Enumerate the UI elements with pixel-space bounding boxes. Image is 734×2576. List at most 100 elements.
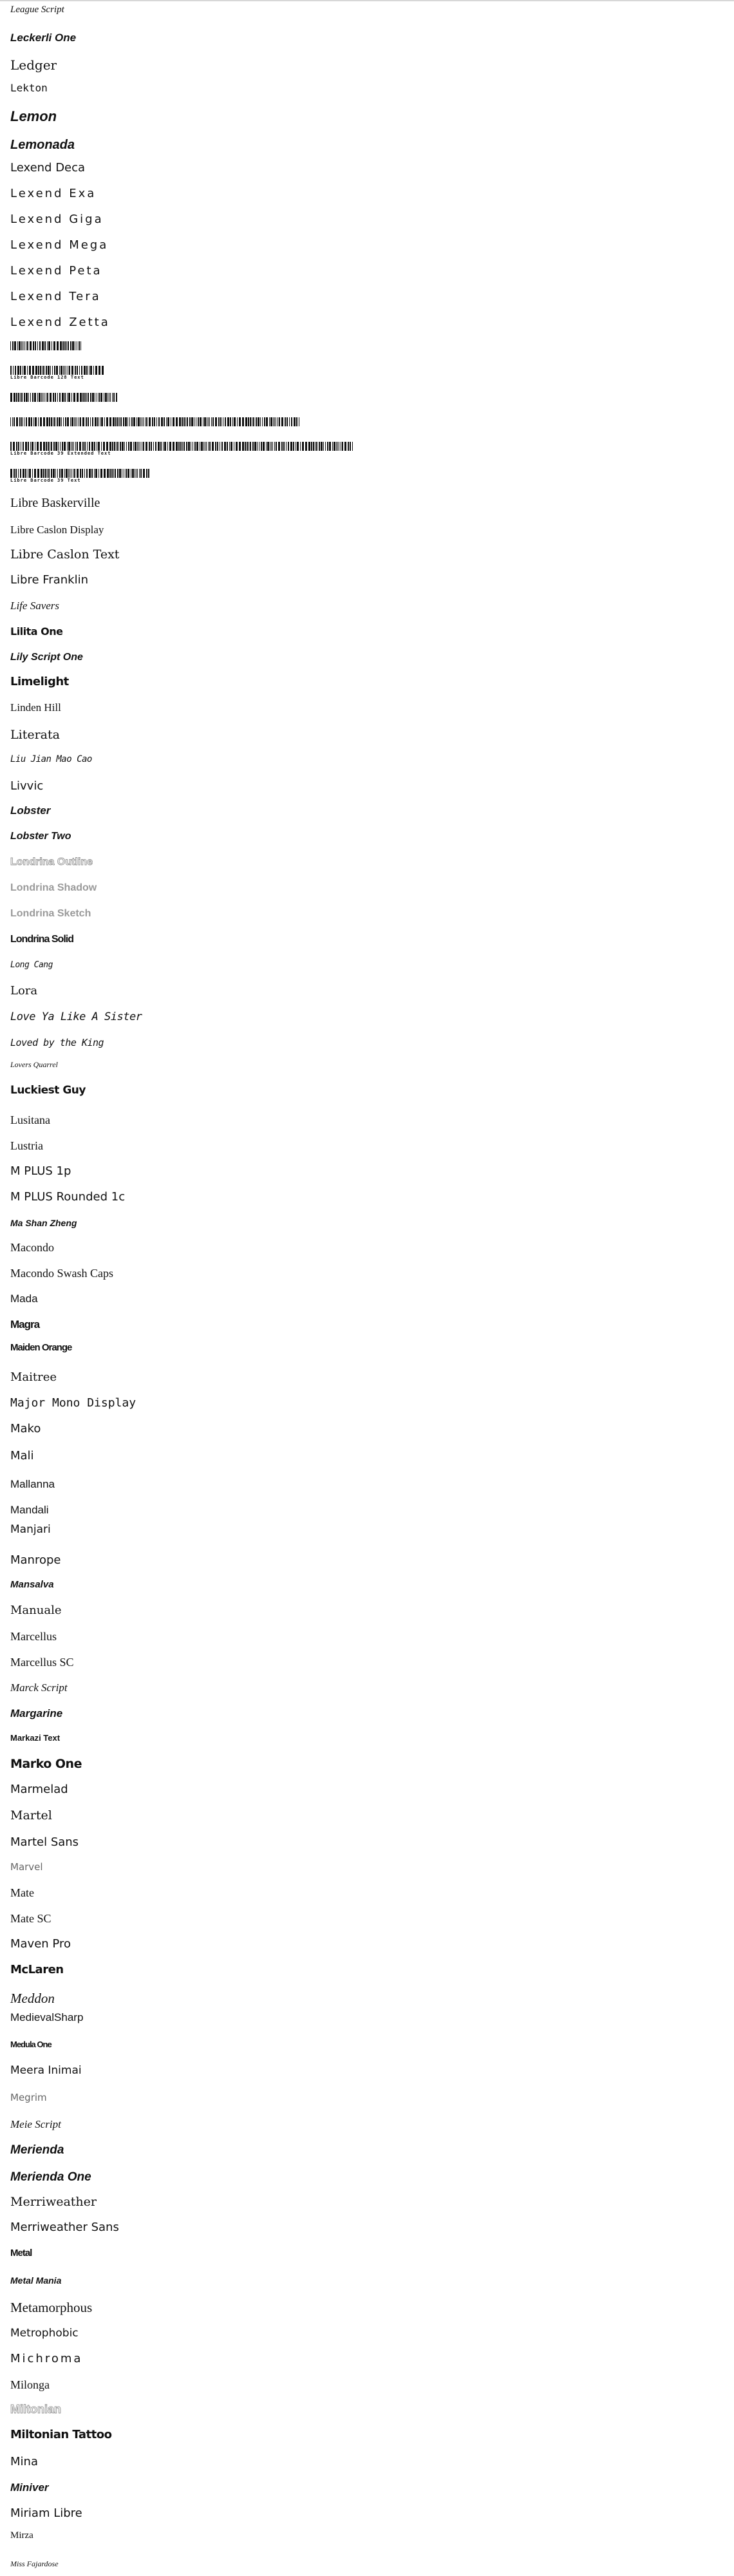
font-item-megrim[interactable]: Megrim [10, 2085, 47, 2110]
font-item-martel[interactable]: Martel [10, 1803, 52, 1828]
font-item-medievalsharp[interactable]: MedievalSharp [10, 2005, 83, 2030]
font-item-marko-one[interactable]: Marko One [10, 1752, 82, 1776]
font-item-ledger[interactable]: Ledger [10, 53, 57, 77]
font-item-libre-barcode-39-extended[interactable] [10, 417, 300, 433]
font-item-lekton[interactable]: Lekton [10, 76, 48, 100]
font-item-miniver[interactable]: Miniver [10, 2476, 49, 2500]
font-item-miss-fajardose[interactable]: Miss Fajardose [10, 2552, 59, 2576]
font-item-ma-shan-zheng[interactable]: Ma Shan Zheng [10, 1211, 77, 1235]
font-item-miltonian-tattoo[interactable]: Miltonian Tattoo [10, 2423, 112, 2447]
font-item-magra[interactable]: Magra [10, 1312, 40, 1337]
font-item-meera-inimai[interactable]: Meera Inimai [10, 2058, 82, 2083]
font-item-milonga[interactable]: Milonga [10, 2372, 50, 2397]
font-item-lexend-peta[interactable]: Lexend Peta [10, 259, 102, 283]
font-item-metal-mania[interactable]: Metal Mania [10, 2268, 61, 2293]
font-item-macondo-swash-caps[interactable]: Macondo Swash Caps [10, 1261, 113, 1285]
font-item-limelight[interactable]: Limelight [10, 670, 69, 694]
font-item-maiden-orange[interactable]: Maiden Orange [10, 1336, 72, 1360]
font-item-lilita-one[interactable]: Lilita One [10, 620, 63, 644]
font-item-libre-baskerville[interactable]: Libre Baskerville [10, 491, 100, 515]
font-item-mate[interactable]: Mate [10, 1880, 34, 1905]
font-item-lexend-exa[interactable]: Lexend Exa [10, 182, 96, 206]
font-item-libre-barcode-128[interactable] [10, 341, 81, 357]
font-item-life-savers[interactable]: Life Savers [10, 594, 59, 618]
font-item-leckerli-one[interactable]: Leckerli One [10, 26, 76, 50]
font-item-manuale[interactable]: Manuale [10, 1598, 62, 1623]
font-item-liu-jian-mao-cao[interactable]: Liu Jian Mao Cao [10, 747, 92, 772]
font-item-libre-barcode-128-text[interactable]: Libre Barcode 128 Text [10, 366, 104, 381]
font-item-lexend-mega[interactable]: Lexend Mega [10, 233, 108, 258]
font-item-mallanna[interactable]: Mallanna [10, 1472, 55, 1497]
font-item-maitree[interactable]: Maitree [10, 1365, 57, 1390]
font-item-long-cang[interactable]: Long Cang [10, 953, 53, 978]
font-item-m-plus-1p[interactable]: M PLUS 1p [10, 1159, 71, 1184]
font-item-lexend-giga[interactable]: Lexend Giga [10, 207, 104, 232]
font-item-league-script[interactable]: League Script [10, 0, 64, 22]
font-item-lexend-deca[interactable]: Lexend Deca [10, 156, 85, 180]
font-item-lily-script-one[interactable]: Lily Script One [10, 645, 83, 670]
font-item-luckiest-guy[interactable]: Luckiest Guy [10, 1078, 86, 1103]
font-item-lemon[interactable]: Lemon [10, 104, 57, 129]
font-item-major-mono-display[interactable]: Major Mono Display [10, 1391, 136, 1416]
font-item-livvic[interactable]: Livvic [10, 774, 43, 799]
font-item-manjari[interactable]: Manjari [10, 1517, 51, 1542]
font-item-m-plus-rounded-1c[interactable]: M PLUS Rounded 1c [10, 1185, 125, 1209]
font-item-merienda[interactable]: Merienda [10, 2138, 64, 2163]
font-item-metrophobic[interactable]: Metrophobic [10, 2321, 79, 2345]
font-item-literata[interactable]: Literata [10, 723, 60, 747]
font-item-marck-script[interactable]: Marck Script [10, 1676, 68, 1700]
font-item-linden-hill[interactable]: Linden Hill [10, 696, 61, 720]
font-item-lexend-zetta[interactable]: Lexend Zetta [10, 310, 110, 335]
font-item-libre-franklin[interactable]: Libre Franklin [10, 568, 88, 592]
font-item-lustria[interactable]: Lustria [10, 1133, 43, 1158]
font-item-meie-script[interactable]: Meie Script [10, 2112, 61, 2137]
font-item-lusitana[interactable]: Lusitana [10, 1108, 50, 1132]
font-item-lexend-tera[interactable]: Lexend Tera [10, 285, 101, 309]
font-item-miltonian[interactable]: Miltonian [10, 2397, 62, 2421]
font-item-mali[interactable]: Mali [10, 1444, 34, 1468]
font-item-loved-by-the-king[interactable]: Loved by the King [10, 1030, 104, 1055]
font-name-label: Londrina Solid [10, 934, 74, 945]
font-item-merriweather[interactable]: Merriweather [10, 2190, 97, 2214]
font-item-merriweather-sans[interactable]: Merriweather Sans [10, 2215, 119, 2240]
font-item-libre-barcode-39-extended-text[interactable]: Libre Barcode 39 Extended Text [10, 442, 354, 457]
font-item-maven-pro[interactable]: Maven Pro [10, 1932, 71, 1956]
font-item-merienda-one[interactable]: Merienda One [10, 2165, 91, 2190]
font-item-lobster-two[interactable]: Lobster Two [10, 824, 71, 849]
font-item-londrina-shadow[interactable]: Londrina Shadow [10, 876, 97, 900]
font-item-mada[interactable]: Mada [10, 1287, 38, 1311]
font-item-libre-caslon-display[interactable]: Libre Caslon Display [10, 518, 104, 542]
font-item-libre-barcode-39-text[interactable]: Libre Barcode 39 Text [10, 469, 149, 484]
font-item-mako[interactable]: Mako [10, 1417, 41, 1441]
font-item-marcellus-sc[interactable]: Marcellus SC [10, 1650, 74, 1674]
font-item-margarine[interactable]: Margarine [10, 1701, 62, 1726]
font-item-londrina-sketch[interactable]: Londrina Sketch [10, 902, 91, 926]
font-item-lora[interactable]: Lora [10, 979, 37, 1003]
font-item-martel-sans[interactable]: Martel Sans [10, 1830, 79, 1855]
font-item-macondo[interactable]: Macondo [10, 1235, 54, 1260]
font-item-michroma[interactable]: Michroma [10, 2347, 82, 2371]
font-item-medula-one[interactable]: Medula One [10, 2032, 52, 2057]
font-item-lovers-quarrel[interactable]: Lovers Quarrel [10, 1052, 58, 1077]
font-item-love-ya-like-a-sister[interactable]: Love Ya Like A Sister [10, 1005, 142, 1029]
font-item-mclaren[interactable]: McLaren [10, 1958, 64, 1982]
font-item-mina[interactable]: Mina [10, 2450, 38, 2474]
font-item-markazi-text[interactable]: Markazi Text [10, 1726, 60, 1750]
font-item-londrina-solid[interactable]: Londrina Solid [10, 927, 74, 952]
font-item-mirza[interactable]: Mirza [10, 2523, 33, 2548]
font-item-manrope[interactable]: Manrope [10, 1548, 61, 1573]
font-item-mansalva[interactable]: Mansalva [10, 1573, 54, 1597]
font-item-metamorphous[interactable]: Metamorphous [10, 2295, 92, 2320]
font-item-libre-barcode-39[interactable] [10, 393, 117, 408]
font-item-marmelad[interactable]: Marmelad [10, 1777, 68, 1802]
font-item-lemonada[interactable]: Lemonada [10, 133, 75, 157]
font-item-libre-caslon-text[interactable]: Libre Caslon Text [10, 542, 119, 567]
font-item-miriam-libre[interactable]: Miriam Libre [10, 2501, 82, 2526]
font-item-marcellus[interactable]: Marcellus [10, 1624, 57, 1649]
font-item-mate-sc[interactable]: Mate SC [10, 1906, 52, 1931]
font-item-lobster[interactable]: Lobster [10, 799, 50, 823]
font-item-londrina-outline[interactable]: Londrina Outline [10, 850, 93, 875]
font-item-metal[interactable]: Metal [10, 2241, 32, 2266]
font-item-marvel[interactable]: Marvel [10, 1855, 43, 1879]
font-name-label: Life Savers [10, 600, 60, 612]
